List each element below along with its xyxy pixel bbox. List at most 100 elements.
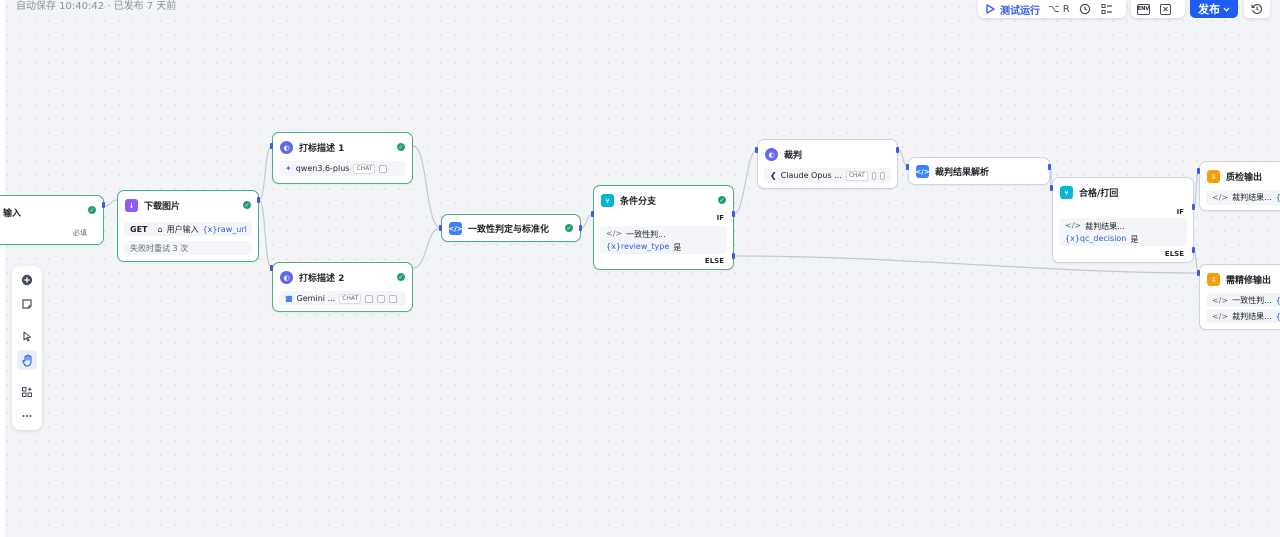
code-icon: </> <box>448 222 463 235</box>
refine-output-node[interactable]: ⇩ 需精修输出 </> 一致性判... {x}resu </> 裁判结果... … <box>1199 264 1280 330</box>
judge-model-name: Claude Opus ... <box>780 171 842 180</box>
branch-node-title: 条件分支 <box>620 197 657 207</box>
success-check-icon: ✓ <box>88 206 96 214</box>
qc-output-row: </> 裁判结果... {x}resu <box>1206 190 1280 205</box>
output-icon: ⇩ <box>1207 273 1220 286</box>
tag1-node[interactable]: ◐ 打标描述 1 ✓ ✦ qwen3.6-plus CHAT <box>272 132 413 184</box>
consistency-node[interactable]: </> 一致性判定与标准化 ✓ <box>441 214 581 242</box>
http-method: GET <box>130 224 148 234</box>
branch-node[interactable]: ⑂ 条件分支 ✓ IF </> 一致性判... {x}review_type 是… <box>593 185 734 270</box>
gate-node-title: 合格/打回 <box>1079 189 1119 199</box>
qc-output-title: 质检输出 <box>1226 173 1263 183</box>
chat-tag: CHAT <box>353 163 376 174</box>
llm-icon: ◐ <box>280 271 293 284</box>
row-source: 一致性判... <box>1232 295 1272 305</box>
cond-op: 是 <box>1130 235 1139 244</box>
output-port[interactable] <box>579 225 582 231</box>
http-icon: ↓ <box>125 199 138 212</box>
input-port[interactable] <box>1197 168 1200 174</box>
parse-node[interactable]: </> 裁判结果解析 <box>908 157 1050 185</box>
code-icon: </> <box>915 165 930 178</box>
output-port[interactable] <box>732 253 735 259</box>
qc-output-node[interactable]: ⇩ 质检输出 </> 裁判结果... {x}resu <box>1199 161 1280 211</box>
else-label: ELSE <box>704 257 724 265</box>
consistency-node-title: 一致性判定与标准化 <box>468 225 550 235</box>
capability-icon <box>379 164 388 173</box>
success-check-icon: ✓ <box>718 196 726 204</box>
if-label: IF <box>1176 208 1184 216</box>
input-required-label: 必填 <box>73 229 87 237</box>
gate-condition: </> 裁判结果... {x}qc_decision 是 pass <box>1059 218 1187 246</box>
success-check-icon: ✓ <box>565 224 573 232</box>
output-port[interactable] <box>1192 204 1195 210</box>
capability-icon <box>377 294 386 303</box>
code-small-icon: </> <box>1212 193 1229 202</box>
tag1-model-name: qwen3.6-plus <box>295 164 350 173</box>
row-source: 裁判结果... <box>1232 311 1272 321</box>
input-port[interactable] <box>270 265 273 271</box>
input-port[interactable] <box>1197 270 1200 276</box>
input-port[interactable] <box>439 225 442 231</box>
refine-output-row: </> 一致性判... {x}resu <box>1206 293 1280 307</box>
code-small-icon: </> <box>606 229 623 238</box>
judge-node[interactable]: ◐ 裁判 ❮ Claude Opus ... CHAT <box>757 139 898 189</box>
output-icon: ⇩ <box>1207 170 1220 183</box>
capability-icon <box>389 294 398 303</box>
cond-var: {x}qc_decision <box>1065 234 1127 243</box>
input-port[interactable] <box>591 211 594 217</box>
tag2-model-name: Gemini ... <box>296 294 336 303</box>
row-var: {x}resu <box>1276 193 1280 202</box>
code-small-icon: </> <box>1212 311 1229 321</box>
branch-condition: </> 一致性判... {x}review_type 是 pass_to_qc <box>600 226 727 254</box>
code-small-icon: </> <box>1212 295 1229 305</box>
output-port[interactable] <box>257 197 260 203</box>
if-label: IF <box>716 214 724 222</box>
request-var: {x}raw_url <box>202 224 247 234</box>
input-port[interactable] <box>755 147 758 153</box>
output-port[interactable] <box>732 211 735 217</box>
capability-icon <box>880 171 885 180</box>
capability-icon <box>871 171 877 180</box>
cond-op: 是 <box>673 243 682 252</box>
input-port[interactable] <box>1050 185 1053 191</box>
input-node[interactable]: 输入 ✓ 必填 <box>0 195 104 245</box>
input-port[interactable] <box>906 164 909 170</box>
claude-logo-icon: ❮ <box>770 171 777 180</box>
request-source: 用户输入 <box>166 224 199 234</box>
chat-tag: CHAT <box>339 293 362 304</box>
gemini-logo-icon: ■ <box>285 294 293 303</box>
parse-node-title: 裁判结果解析 <box>935 168 990 178</box>
request-row: GET ⌂ 用户输入 {x}raw_url <box>124 222 252 236</box>
tag2-model-row: ■ Gemini ... CHAT <box>279 291 406 306</box>
download-node[interactable]: ↓ 下载图片 ✓ GET ⌂ 用户输入 {x}raw_url 失败时重试 3 次 <box>117 190 259 262</box>
code-small-icon: </> <box>1065 221 1082 230</box>
branch-icon: ⑂ <box>1060 186 1073 199</box>
output-port[interactable] <box>102 202 105 208</box>
row-source: 裁判结果... <box>1232 193 1272 202</box>
output-port[interactable] <box>1192 247 1195 253</box>
input-port[interactable] <box>270 143 273 149</box>
tag1-model-row: ✦ qwen3.6-plus CHAT <box>279 161 406 176</box>
tag1-node-title: 打标描述 1 <box>299 144 345 154</box>
capability-icon <box>365 294 374 303</box>
llm-icon: ◐ <box>280 141 293 154</box>
cond-source: 裁判结果... <box>1085 222 1125 231</box>
success-check-icon: ✓ <box>243 201 251 209</box>
user-input-icon: ⌂ <box>157 224 163 234</box>
download-node-title: 下载图片 <box>144 202 181 212</box>
cond-var: {x}review_type <box>606 242 670 251</box>
input-node-title: 输入 <box>3 209 22 219</box>
gate-node[interactable]: ⑂ 合格/打回 IF </> 裁判结果... {x}qc_decision 是 … <box>1052 177 1194 263</box>
output-port[interactable] <box>1048 164 1051 170</box>
tag2-node[interactable]: ◐ 打标描述 2 ✓ ■ Gemini ... CHAT <box>272 262 413 312</box>
success-check-icon: ✓ <box>397 143 405 151</box>
row-var: {x}resu <box>1276 296 1280 305</box>
output-port[interactable] <box>896 147 899 153</box>
refine-output-title: 需精修输出 <box>1226 276 1272 286</box>
qwen-logo-icon: ✦ <box>285 164 292 173</box>
retry-row: 失败时重试 3 次 <box>124 241 252 255</box>
cond-source: 一致性判... <box>626 230 666 239</box>
llm-icon: ◐ <box>765 148 778 161</box>
judge-node-title: 裁判 <box>784 151 803 161</box>
else-label: ELSE <box>1164 250 1184 258</box>
